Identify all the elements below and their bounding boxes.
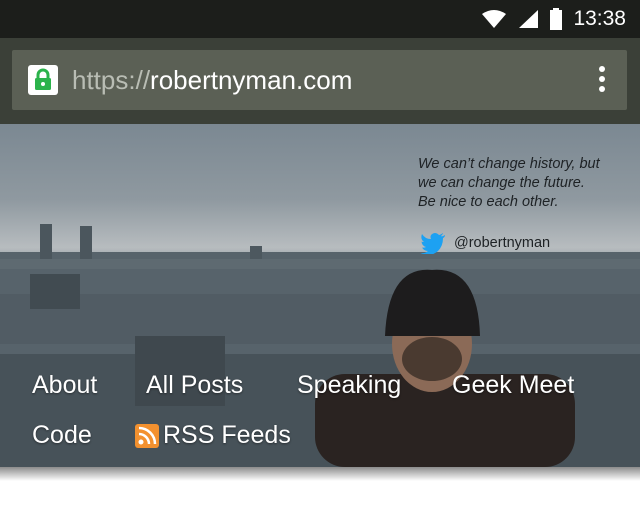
quote-line: We can’t change history, but — [418, 156, 600, 172]
nav-link-geek-meet[interactable]: Geek Meet — [452, 371, 574, 400]
nav-item-geek-meet[interactable]: Geek Meet — [452, 371, 574, 400]
url-scheme: https:// — [72, 65, 151, 95]
twitter-link[interactable]: @robertnyman — [420, 232, 550, 254]
url-text[interactable]: https://robertnyman.com — [72, 65, 352, 96]
battery-icon — [550, 8, 563, 30]
nav-link-rss-feeds[interactable]: RSS Feeds — [163, 421, 291, 450]
nav-item-rss-feeds[interactable]: RSS Feeds — [135, 421, 291, 450]
twitter-bird-icon — [420, 233, 445, 254]
header-shadow — [0, 467, 640, 481]
quote-line: we can change the future. — [418, 175, 585, 191]
nav-item-speaking[interactable]: Speaking — [297, 371, 401, 400]
nav-item-all-posts[interactable]: All Posts — [146, 371, 243, 400]
quote-line: Be nice to each other. — [418, 194, 559, 210]
nav-link-about[interactable]: About — [32, 371, 97, 400]
overflow-menu-button[interactable] — [597, 66, 607, 96]
nav-link-speaking[interactable]: Speaking — [297, 371, 401, 400]
nav-link-all-posts[interactable]: All Posts — [146, 371, 243, 400]
nav-item-about[interactable]: About — [32, 371, 97, 400]
status-time: 13:38 — [573, 7, 626, 30]
twitter-handle: @robertnyman — [454, 235, 551, 251]
wifi-icon — [482, 10, 507, 28]
lock-icon[interactable] — [28, 65, 58, 95]
cell-signal-icon — [519, 10, 539, 28]
url-bar[interactable]: https://robertnyman.com — [12, 50, 627, 110]
nav-link-code[interactable]: Code — [32, 421, 92, 450]
nav-item-code[interactable]: Code — [32, 421, 92, 450]
status-bar: 13:38 — [0, 0, 640, 38]
browser-toolbar: https://robertnyman.com — [0, 38, 640, 124]
tagline-quote: We can’t change history, but we can chan… — [418, 155, 628, 212]
rss-icon — [135, 423, 159, 448]
url-host: robertnyman.com — [150, 65, 353, 95]
status-icons: 13:38 — [481, 7, 626, 31]
site-header: We can’t change history, but we can chan… — [0, 124, 640, 467]
